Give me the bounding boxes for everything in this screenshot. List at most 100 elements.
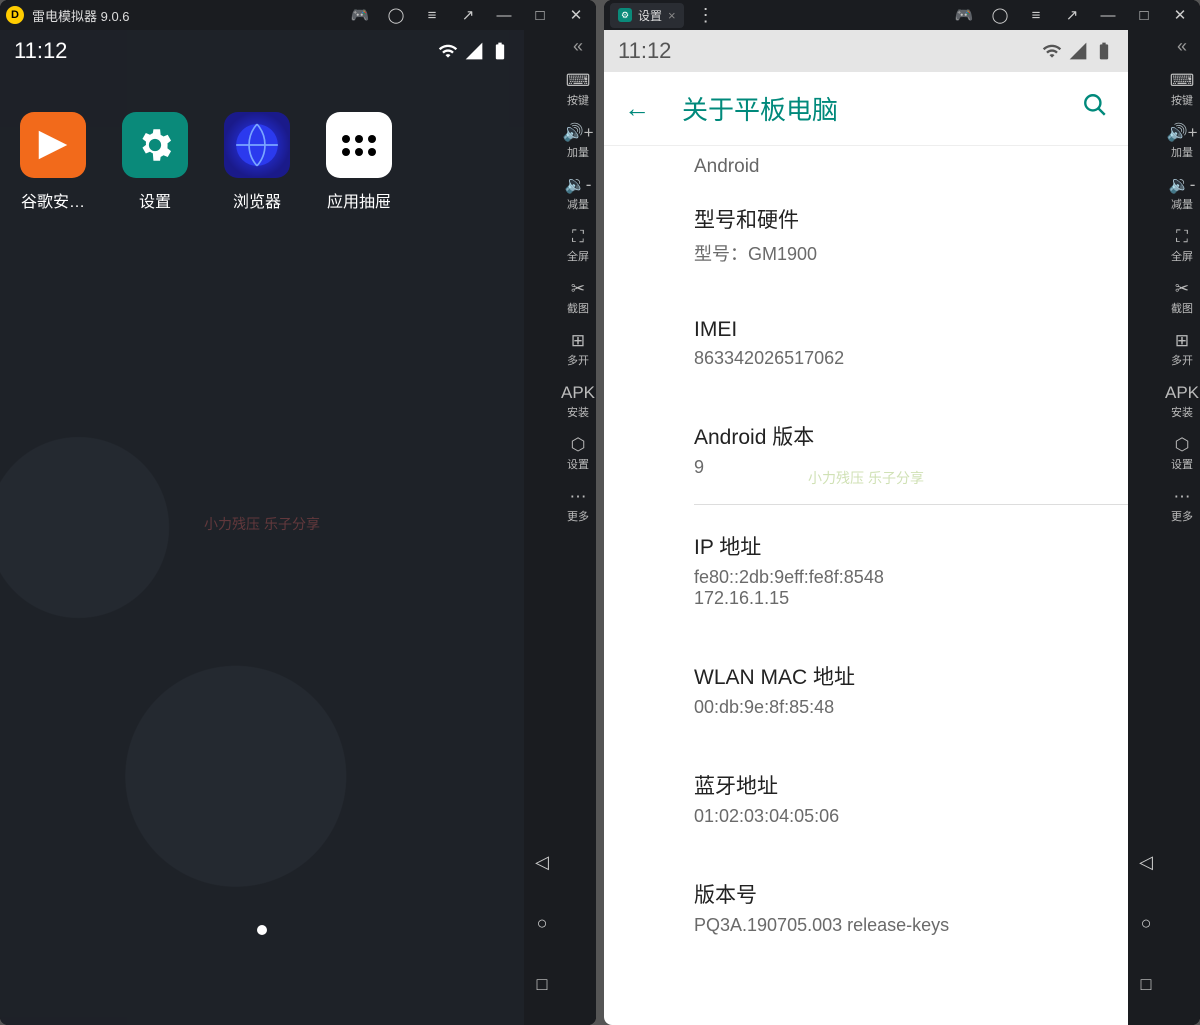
- setting-value: 00:db:9e:8f:85:48: [694, 697, 1104, 718]
- setting-item[interactable]: IMEI863342026517062: [694, 292, 1128, 395]
- setting-item[interactable]: IP 地址fe80::2db:9eff:fe8f:8548 172.16.1.1…: [694, 505, 1128, 635]
- sidebar-item-设置[interactable]: ⬡设置: [560, 428, 596, 480]
- setting-item[interactable]: Android 版本 9: [694, 395, 1128, 505]
- sidebar-label: 截图: [1171, 300, 1193, 316]
- sidebar-label: 更多: [1171, 508, 1193, 524]
- sidebar-item-安装[interactable]: APK安装: [1164, 376, 1200, 428]
- menu-icon[interactable]: ≡: [418, 1, 446, 29]
- close-button[interactable]: ✕: [1166, 1, 1194, 29]
- settings-list[interactable]: Android 型号和硬件型号：GM1900IMEI86334202651706…: [604, 146, 1128, 1025]
- setting-value: 9: [694, 457, 1104, 478]
- setting-item[interactable]: 型号和硬件型号：GM1900: [694, 178, 1128, 292]
- sidebar-icon: 🔉-: [1169, 176, 1196, 193]
- maximize-button[interactable]: □: [1130, 1, 1158, 29]
- app-browser[interactable]: 浏览器: [220, 112, 294, 212]
- sidebar-icon: ⬡: [1175, 436, 1190, 453]
- popout-icon[interactable]: ↗: [454, 1, 482, 29]
- menu-icon[interactable]: ≡: [1022, 1, 1050, 29]
- gamepad-icon[interactable]: 🎮: [346, 1, 374, 29]
- app-google[interactable]: 谷歌安…: [16, 112, 90, 212]
- tab-label: 设置: [638, 7, 662, 24]
- wifi-icon: [438, 41, 458, 61]
- emulator-left: D 雷电模拟器 9.0.6 🎮 ◯ ≡ ↗ — □ ✕ 11:12 小力残压 乐…: [0, 0, 596, 1025]
- android-settings-screen: 11:12 ← 关于平板电脑 小力残压 乐子分享 Android 型号和硬件型号…: [604, 30, 1128, 1025]
- sidebar-label: 加量: [567, 144, 589, 160]
- setting-value: PQ3A.190705.003 release-keys: [694, 915, 1104, 936]
- sidebar-collapse-icon[interactable]: «: [573, 36, 583, 60]
- sidebar-item-截图[interactable]: ✂ 截图: [1164, 272, 1200, 324]
- minimize-button[interactable]: —: [1094, 1, 1122, 29]
- nav-back-button[interactable]: ◁: [1139, 852, 1153, 873]
- sidebar-icon: ✂: [1175, 280, 1189, 297]
- setting-title: 型号和硬件: [694, 204, 1104, 234]
- sidebar-item-按键[interactable]: ⌨按键: [1164, 64, 1200, 116]
- sidebar-icon: 🔊+: [562, 124, 593, 141]
- sidebar-item-截图[interactable]: ✂截图: [560, 272, 596, 324]
- close-button[interactable]: ✕: [562, 1, 590, 29]
- sidebar-item-加量[interactable]: 🔊+加量: [1164, 116, 1200, 168]
- setting-value: 型号：GM1900: [694, 240, 1104, 266]
- battery-icon: [490, 41, 510, 61]
- search-icon[interactable]: [1074, 84, 1116, 133]
- status-bar: 11:12: [0, 30, 524, 72]
- setting-item[interactable]: 版本号PQ3A.190705.003 release-keys: [694, 853, 1128, 962]
- emulator-right: ⚙ 设置 × ⋮ 🎮 ◯ ≡ ↗ — □ ✕ 11:12 ← 关于平板电脑: [604, 0, 1200, 1025]
- sidebar-item-全屏[interactable]: ⛶全屏: [560, 220, 596, 272]
- setting-title: Android 版本: [694, 421, 1104, 451]
- user-icon[interactable]: ◯: [382, 1, 410, 29]
- sidebar-item-按键[interactable]: ⌨按键: [560, 64, 596, 116]
- sidebar-icon: ⋯: [570, 488, 587, 505]
- sidebar-item-减量[interactable]: 🔉-减量: [560, 168, 596, 220]
- sidebar-icon: ⊞: [1175, 332, 1189, 349]
- maximize-button[interactable]: □: [526, 1, 554, 29]
- status-bar: 11:12: [604, 30, 1128, 72]
- gamepad-icon[interactable]: 🎮: [950, 1, 978, 29]
- tab-settings[interactable]: ⚙ 设置 ×: [610, 3, 684, 28]
- sidebar-item-加量[interactable]: 🔊+ 加量: [560, 116, 596, 168]
- sidebar-icon: 🔊+: [1166, 124, 1197, 141]
- sidebar-label: 安装: [1171, 404, 1193, 420]
- watermark: 小力残压 乐子分享: [204, 514, 320, 534]
- sidebar-item-更多[interactable]: ⋯ 更多: [1164, 480, 1200, 532]
- sidebar-icon: ⊞: [571, 332, 585, 349]
- app-label: 浏览器: [233, 188, 281, 212]
- popout-icon[interactable]: ↗: [1058, 1, 1086, 29]
- user-icon[interactable]: ◯: [986, 1, 1014, 29]
- sidebar-item-多开[interactable]: ⊞多开: [1164, 324, 1200, 376]
- nav-back-button[interactable]: ◁: [535, 852, 549, 873]
- nav-home-button[interactable]: ○: [537, 913, 548, 934]
- setting-value: 01:02:03:04:05:06: [694, 806, 1104, 827]
- emulator-sidebar: « ⌨按键 🔊+ 加量 🔉-减量⛶全屏✂截图⊞多开APK安装⬡设置⋯更多: [560, 30, 596, 1025]
- wifi-icon: [1042, 41, 1062, 61]
- tab-close-icon[interactable]: ×: [668, 8, 676, 23]
- setting-item[interactable]: 蓝牙地址 01:02:03:04:05:06: [694, 744, 1128, 853]
- sidebar-collapse-icon[interactable]: «: [1177, 36, 1187, 60]
- sidebar-icon: ✂: [571, 280, 585, 297]
- android-home-screen[interactable]: 11:12 小力残压 乐子分享 谷歌安… 设置浏览器 应用抽屉: [0, 30, 524, 1025]
- sidebar-icon: ⋯: [1174, 488, 1191, 505]
- app-drawer[interactable]: 应用抽屉: [322, 112, 396, 212]
- back-button[interactable]: ←: [616, 85, 658, 132]
- status-time: 11:12: [618, 38, 671, 64]
- titlebar-left: D 雷电模拟器 9.0.6 🎮 ◯ ≡ ↗ — □ ✕: [0, 0, 596, 30]
- sidebar-icon: APK: [561, 384, 595, 401]
- sidebar-item-减量[interactable]: 🔉- 减量: [1164, 168, 1200, 220]
- nav-home-button[interactable]: ○: [1141, 913, 1152, 934]
- setting-item[interactable]: WLAN MAC 地址00:db:9e:8f:85:48: [694, 635, 1128, 744]
- nav-recent-button[interactable]: □: [537, 974, 548, 995]
- nav-recent-button[interactable]: □: [1141, 974, 1152, 995]
- app-settings[interactable]: 设置: [118, 112, 192, 212]
- minimize-button[interactable]: —: [490, 1, 518, 29]
- sidebar-item-全屏[interactable]: ⛶全屏: [1164, 220, 1200, 272]
- titlebar-right: ⚙ 设置 × ⋮ 🎮 ◯ ≡ ↗ — □ ✕: [604, 0, 1200, 30]
- sidebar-label: 减量: [1171, 196, 1193, 212]
- tab-menu-icon[interactable]: ⋮: [692, 1, 720, 29]
- sidebar-item-更多[interactable]: ⋯更多: [560, 480, 596, 532]
- sidebar-item-多开[interactable]: ⊞多开: [560, 324, 596, 376]
- setting-title: IP 地址: [694, 531, 1104, 561]
- sidebar-item-安装[interactable]: APK安装: [560, 376, 596, 428]
- sidebar-item-设置[interactable]: ⬡设置: [1164, 428, 1200, 480]
- sidebar-label: 全屏: [1171, 248, 1193, 264]
- page-title: 关于平板电脑: [682, 90, 1050, 127]
- setting-title: 蓝牙地址: [694, 770, 1104, 800]
